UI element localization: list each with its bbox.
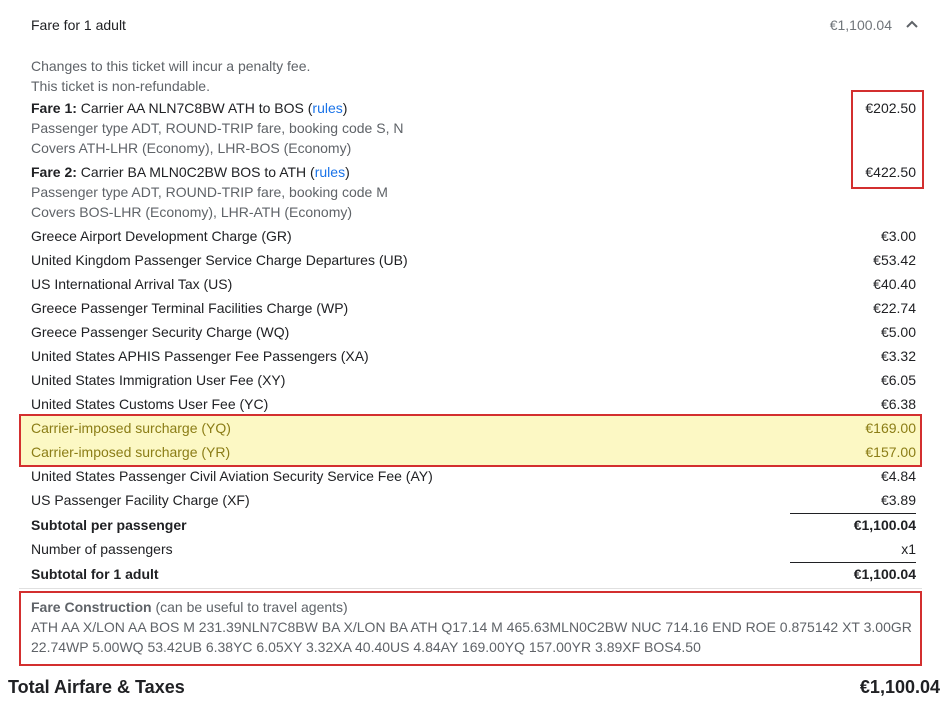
tax-row: United States Passenger Civil Aviation S… <box>31 464 916 488</box>
tax-row: Greece Passenger Security Charge (WQ) €5.… <box>31 320 916 344</box>
fare-1-title: Fare 1: Carrier AA NLN7C8BW ATH to BOS (… <box>31 98 916 118</box>
tax-label: Greece Passenger Terminal Facilities Cha… <box>31 300 349 316</box>
subtotal-per-passenger-row: Subtotal per passenger €1,100.04 <box>31 513 916 537</box>
tax-row: Greece Airport Development Charge (GR) €3… <box>31 224 916 248</box>
fare-construction-text: ATH AA X/LON AA BOS M 231.39NLN7C8BW BA … <box>31 619 912 655</box>
tax-row: United Kingdom Passenger Service Charge … <box>31 248 916 272</box>
subtotal-per-passenger-label: Subtotal per passenger <box>31 517 187 533</box>
divider <box>19 588 922 589</box>
fare-2-close-paren: ) <box>345 164 350 180</box>
fare-2-rules-link[interactable]: rules <box>315 164 345 180</box>
fare-header-price: €1,100.04 <box>829 17 892 33</box>
fare-1-desc: Carrier AA NLN7C8BW ATH to BOS ( <box>76 100 313 116</box>
total-amount: €1,100.04 <box>859 677 940 697</box>
tax-amount: €6.38 <box>880 396 916 412</box>
fare-2-label: Fare 2: <box>31 164 77 180</box>
passengers-row: Number of passengers x1 <box>31 537 916 561</box>
tax-row: United States Customs User Fee (YC) €6.38 <box>31 392 916 416</box>
tax-amount: €3.89 <box>880 492 916 508</box>
fare-header[interactable]: Fare for 1 adult €1,100.04 <box>0 0 946 52</box>
tax-amount: €3.00 <box>880 228 916 244</box>
tax-amount: €5.00 <box>880 324 916 340</box>
fare-1-label: Fare 1: <box>31 100 77 116</box>
surcharge-annotation-box <box>19 414 922 467</box>
tax-label: United Kingdom Passenger Service Charge … <box>31 252 408 268</box>
refund-note: This ticket is non-refundable. <box>31 78 210 94</box>
tax-amount: €22.74 <box>873 300 916 316</box>
total-airfare-row: Total Airfare & Taxes €1,100.04 <box>8 674 940 700</box>
tax-label: US Passenger Facility Charge (XF) <box>31 492 250 508</box>
tax-amount: €40.40 <box>873 276 916 292</box>
fare-2-desc: Carrier BA MLN0C2BW BOS to ATH ( <box>76 164 315 180</box>
fare-construction-title: Fare Construction <box>31 599 152 615</box>
fare-amounts-annotation-box <box>851 90 924 189</box>
tax-amount: €6.05 <box>880 372 916 388</box>
fare-1-close-paren: ) <box>342 100 348 116</box>
fare-construction-heading: Fare Construction (can be useful to trav… <box>31 597 916 617</box>
passengers-count: x1 <box>901 541 916 557</box>
subtotal-adult-label: Subtotal for 1 adult <box>31 566 159 582</box>
tax-label: United States Immigration User Fee (XY) <box>31 372 286 388</box>
fare-1: Fare 1: Carrier AA NLN7C8BW ATH to BOS (… <box>31 98 916 158</box>
fare-construction: Fare Construction (can be useful to trav… <box>31 597 916 657</box>
tax-row: United States Immigration User Fee (XY) €… <box>31 368 916 392</box>
passengers-label: Number of passengers <box>31 541 173 557</box>
fare-2-title: Fare 2: Carrier BA MLN0C2BW BOS to ATH (… <box>31 162 916 182</box>
chevron-up-icon[interactable] <box>905 18 919 30</box>
fare-1-coverage: Covers ATH-LHR (Economy), LHR-BOS (Econo… <box>31 140 352 156</box>
subtotal-per-passenger-amount: €1,100.04 <box>853 517 916 533</box>
subtotal-adult-amount: €1,100.04 <box>853 566 916 582</box>
fare-1-rules-link[interactable]: rules <box>312 100 342 116</box>
tax-label: United States Customs User Fee (YC) <box>31 396 269 412</box>
tax-label: United States APHIS Passenger Fee Passen… <box>31 348 369 364</box>
fare-construction-hint: (can be useful to travel agents) <box>151 599 348 615</box>
fare-1-passenger-info: Passenger type ADT, ROUND-TRIP fare, boo… <box>31 120 404 136</box>
tax-row: Greece Passenger Terminal Facilities Cha… <box>31 296 916 320</box>
tax-amount: €53.42 <box>873 252 916 268</box>
tax-amount: €4.84 <box>880 468 916 484</box>
fare-2-passenger-info: Passenger type ADT, ROUND-TRIP fare, boo… <box>31 184 388 200</box>
fare-2: Fare 2: Carrier BA MLN0C2BW BOS to ATH (… <box>31 162 916 222</box>
tax-label: Greece Airport Development Charge (GR) <box>31 228 292 244</box>
tax-row: US International Arrival Tax (US) €40.40 <box>31 272 916 296</box>
tax-row: US Passenger Facility Charge (XF) €3.89 <box>31 488 916 512</box>
penalty-note: Changes to this ticket will incur a pena… <box>31 58 311 74</box>
tax-row: United States APHIS Passenger Fee Passen… <box>31 344 916 368</box>
tax-label: United States Passenger Civil Aviation S… <box>31 468 433 484</box>
tax-amount: €3.32 <box>880 348 916 364</box>
tax-label: US International Arrival Tax (US) <box>31 276 233 292</box>
fare-header-title: Fare for 1 adult <box>31 17 126 33</box>
tax-label: Greece Passenger Security Charge (WQ) <box>31 324 290 340</box>
subtotal-adult-row: Subtotal for 1 adult €1,100.04 <box>31 562 916 586</box>
fare-2-coverage: Covers BOS-LHR (Economy), LHR-ATH (Econo… <box>31 204 353 220</box>
total-label: Total Airfare & Taxes <box>8 677 185 697</box>
